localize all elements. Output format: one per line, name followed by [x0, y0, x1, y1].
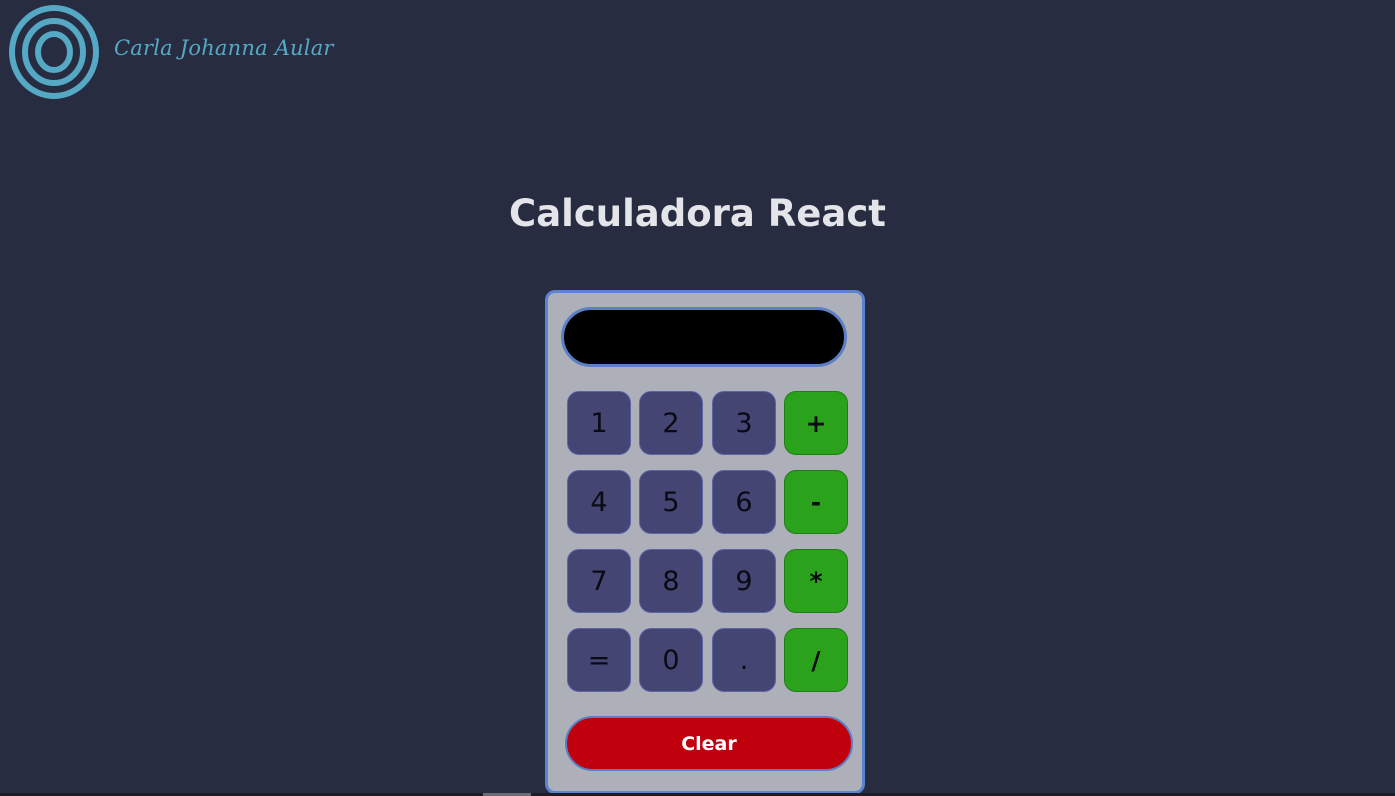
key-8[interactable]: 8: [639, 549, 703, 613]
key-7[interactable]: 7: [567, 549, 631, 613]
key-plus[interactable]: +: [784, 391, 848, 455]
brand-name: Carla Johanna Aular: [114, 36, 334, 60]
clear-button[interactable]: Clear: [565, 716, 853, 771]
calculator-display: [561, 307, 847, 367]
key-3[interactable]: 3: [712, 391, 776, 455]
key-1[interactable]: 1: [567, 391, 631, 455]
key-5[interactable]: 5: [639, 470, 703, 534]
key-9[interactable]: 9: [712, 549, 776, 613]
key-equals[interactable]: =: [567, 628, 631, 692]
key-divide[interactable]: /: [784, 628, 848, 692]
key-0[interactable]: 0: [639, 628, 703, 692]
key-4[interactable]: 4: [567, 470, 631, 534]
key-decimal[interactable]: .: [712, 628, 776, 692]
key-2[interactable]: 2: [639, 391, 703, 455]
calculator: 1 2 3 + 4 5 6 - 7 8 9 * = 0 . / Clear: [545, 290, 865, 794]
key-minus[interactable]: -: [784, 470, 848, 534]
page-title: Calculadora React: [509, 192, 886, 235]
key-6[interactable]: 6: [712, 470, 776, 534]
key-multiply[interactable]: *: [784, 549, 848, 613]
concentric-circles-logo-icon: [9, 5, 99, 99]
